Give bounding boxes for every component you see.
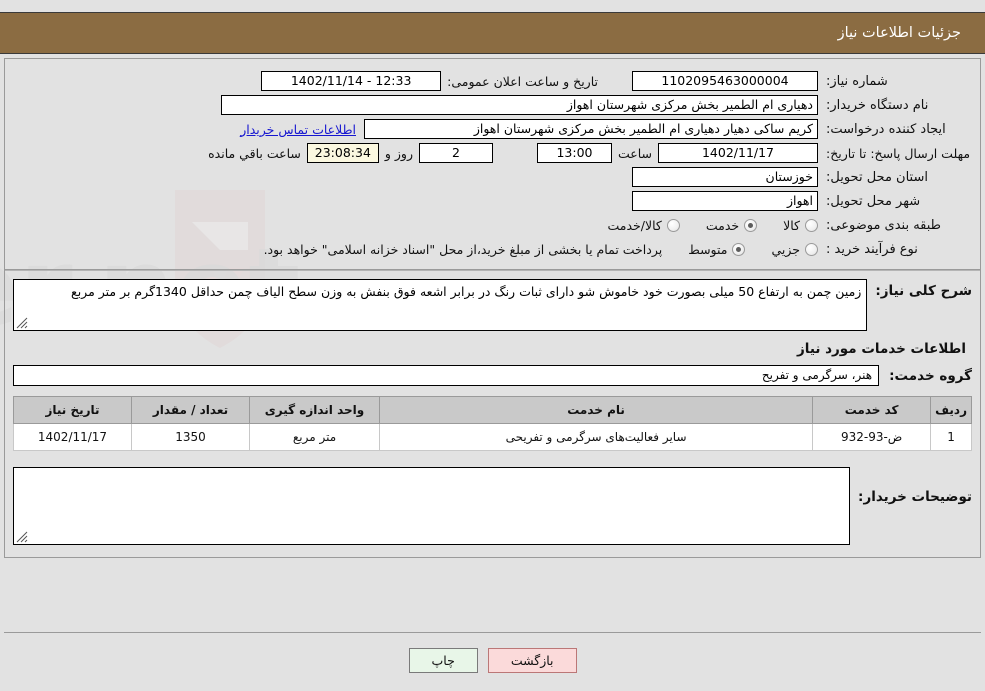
services-table-wrap: ردیف کد خدمت نام خدمت واحد اندازه گیری ت…	[5, 396, 980, 463]
category-option-label: کالا	[783, 217, 800, 233]
radio-icon	[732, 242, 746, 256]
radio-icon	[805, 218, 818, 232]
description-text: زمین چمن به ارتفاع 50 میلی بصورت خود خام…	[71, 284, 862, 299]
col-code: کد خدمت	[812, 396, 932, 424]
city-value: اهواز	[632, 191, 818, 211]
category-option-label: خدمت	[705, 217, 740, 233]
process-note: پرداخت تمام یا بخشی از مبلغ خرید،از محل …	[263, 241, 663, 257]
cell-date: 1402/11/17	[13, 423, 132, 451]
process-option-label: جزیي	[771, 241, 800, 257]
top-form-section: شماره نیاز: 1102095463000004 تاریخ و ساع…	[5, 59, 980, 269]
category-label: طبقه بندی موضوعی:	[826, 217, 942, 233]
description-section: شرح کلی نیاز: زمین چمن به ارتفاع 50 میلی…	[5, 271, 980, 335]
creator-value: کریم ساکی دهیار دهیاری ام الطمیر بخش مرک…	[364, 119, 818, 139]
buyer-comments-label: توضیحات خریدار:	[858, 489, 972, 505]
services-table: ردیف کد خدمت نام خدمت واحد اندازه گیری ت…	[13, 396, 972, 451]
buyer-comments-text	[14, 468, 849, 474]
province-value: خوزستان	[632, 167, 818, 187]
deadline-hour-value: 13:00	[536, 143, 612, 163]
print-button[interactable]: چاپ	[408, 648, 478, 673]
radio-icon	[666, 218, 680, 232]
deadline-label: مهلت ارسال پاسخ: تا تاریخ:	[826, 145, 971, 161]
row-creator: ایجاد کننده درخواست: کریم ساکی دهیار دهی…	[5, 117, 980, 141]
deadline-date-value: 1402/11/17	[658, 143, 818, 163]
row-buyer-org: نام دستگاه خریدار: دهیاری ام الطمیر بخش …	[5, 93, 980, 117]
footer-actions: بازگشت چاپ	[4, 632, 981, 688]
process-option-minor[interactable]: جزیي	[771, 242, 818, 257]
creator-label: ایجاد کننده درخواست:	[826, 121, 946, 137]
deadline-hour-label: ساعت	[617, 145, 652, 161]
remaining-days-value: 2	[418, 143, 493, 163]
cell-code: ض-93-932	[812, 423, 932, 451]
buyer-comments-value[interactable]	[13, 467, 851, 545]
details-panel: شماره نیاز: 1102095463000004 تاریخ و ساع…	[4, 58, 981, 558]
buyer-org-value: دهیاری ام الطمیر بخش مرکزی شهرستان اهواز	[221, 95, 818, 115]
buyer-contact-link[interactable]: اطلاعات تماس خریدار	[232, 122, 364, 137]
process-option-label: متوسط	[688, 241, 728, 257]
process-option-medium[interactable]: متوسط	[688, 241, 746, 257]
row-province: استان محل تحویل: خوزستان	[5, 165, 980, 189]
col-unit: واحد اندازه گیری	[249, 396, 380, 424]
remaining-time-label: ساعت باقي مانده	[208, 145, 301, 161]
radio-icon	[805, 242, 818, 256]
buyer-org-label: نام دستگاه خریدار:	[826, 97, 929, 113]
cell-row: 1	[930, 423, 972, 451]
top-strip	[0, 0, 985, 12]
remaining-days-label: روز و	[384, 145, 413, 161]
cell-name: سایر فعالیت‌های سرگرمی و تفریحی	[378, 423, 814, 451]
header-bar: جزئیات اطلاعات نیاز	[0, 12, 985, 54]
radio-icon	[744, 218, 758, 232]
need-number-label: شماره نیاز:	[826, 73, 888, 89]
cell-unit: متر مربع	[249, 423, 380, 451]
col-row: ردیف	[930, 396, 972, 424]
public-announce-value: 12:33 - 1402/11/14	[261, 71, 442, 91]
province-label: استان محل تحویل:	[826, 169, 928, 185]
row-process: نوع فرآیند خرید : جزیي متوسط پرداخت تمام…	[5, 237, 980, 261]
row-need-number: شماره نیاز: 1102095463000004 تاریخ و ساع…	[5, 69, 980, 93]
cell-qty: 1350	[131, 423, 250, 451]
resize-grip-icon	[16, 531, 28, 543]
public-announce-label: تاریخ و ساعت اعلان عمومی:	[447, 73, 598, 89]
process-label: نوع فرآیند خرید :	[826, 241, 918, 257]
need-number-value: 1102095463000004	[632, 71, 818, 91]
service-group-value: هنر، سرگرمی و تفریح	[13, 365, 880, 386]
services-subtitle: اطلاعات خدمات مورد نیاز	[796, 341, 966, 357]
category-option-service[interactable]: خدمت	[705, 217, 758, 233]
col-qty: تعداد / مقدار	[131, 396, 250, 424]
row-deadline: مهلت ارسال پاسخ: تا تاریخ: 1402/11/17 سا…	[5, 141, 980, 165]
col-name: نام خدمت	[378, 396, 814, 424]
buyer-comments-section: توضیحات خریدار:	[5, 463, 980, 557]
resize-grip-icon	[16, 317, 28, 329]
col-date: تاریخ نیاز	[13, 396, 132, 424]
table-row: 1 ض-93-932 سایر فعالیت‌های سرگرمی و تفری…	[13, 423, 972, 451]
page-title: جزئیات اطلاعات نیاز	[837, 25, 961, 41]
category-option-label: کالا/خدمت	[607, 217, 662, 233]
description-label: شرح کلی نیاز:	[875, 283, 972, 299]
row-category: طبقه بندی موضوعی: کالا خدمت کالا/خدمت	[5, 213, 980, 237]
table-header-row: ردیف کد خدمت نام خدمت واحد اندازه گیری ت…	[13, 396, 972, 424]
service-group-label: گروه خدمت:	[889, 367, 972, 384]
category-option-goods-service[interactable]: کالا/خدمت	[607, 217, 680, 233]
city-label: شهر محل تحویل:	[826, 193, 921, 209]
service-group-row: گروه خدمت: هنر، سرگرمی و تفریح	[5, 361, 980, 396]
row-city: شهر محل تحویل: اهواز	[5, 189, 980, 213]
category-option-goods[interactable]: کالا	[783, 218, 818, 233]
remaining-time-value: 23:08:34	[306, 143, 379, 163]
description-value[interactable]: زمین چمن به ارتفاع 50 میلی بصورت خود خام…	[13, 279, 868, 331]
page-root: AriaTender.net جزئیات اطلاعات نیاز شماره…	[0, 0, 985, 691]
back-button[interactable]: بازگشت	[487, 648, 577, 673]
